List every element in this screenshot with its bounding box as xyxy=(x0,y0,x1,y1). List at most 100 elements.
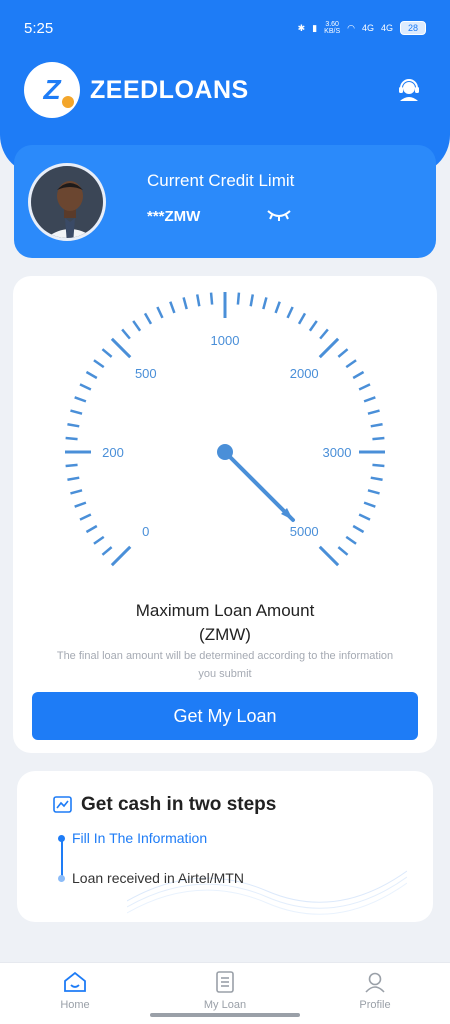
wifi-icon: ◠ xyxy=(347,22,355,33)
gauge-tick xyxy=(286,306,294,319)
gauge-tick xyxy=(318,545,340,567)
get-my-loan-button[interactable]: Get My Loan xyxy=(32,692,418,740)
gauge-tick xyxy=(85,370,98,380)
battery-icon: 28 xyxy=(400,21,426,35)
gauge-tick xyxy=(358,513,371,521)
home-indicator xyxy=(150,1013,300,1017)
gauge-needle xyxy=(223,450,295,522)
status-icons: ✱ ▮ 3.60 KB/S ◠ 4G 4G 28 xyxy=(298,21,426,35)
gauge-tick xyxy=(101,348,113,358)
gauge-tick xyxy=(345,359,357,369)
gauge-tick xyxy=(318,337,340,359)
gauge-tick xyxy=(209,292,214,305)
gauge-tick xyxy=(79,383,92,391)
network-speed: 3.60 KB/S xyxy=(324,21,341,35)
speedometer-gauge: 0 200 500 1000 2000 3000 5000 xyxy=(65,292,385,567)
gauge-tick xyxy=(182,297,188,310)
gauge-label: 5000 xyxy=(290,524,319,539)
logo-dot xyxy=(62,96,74,108)
step-2-label: Loan received in Airtel/MTN xyxy=(72,870,244,886)
gauge-tick xyxy=(352,524,365,534)
gauge-tick xyxy=(85,524,98,534)
headset-icon xyxy=(399,79,419,101)
steps-card: Get cash in two steps Fill In The Inform… xyxy=(17,771,433,922)
status-time: 5:25 xyxy=(24,19,54,37)
gauge-tick xyxy=(132,320,142,332)
gauge-tick xyxy=(370,422,383,428)
gauge-tick xyxy=(236,292,241,305)
vibrate-icon: ▮ xyxy=(312,22,318,33)
signal-4g-2: 4G xyxy=(380,23,393,33)
chart-icon xyxy=(53,796,72,813)
gauge-tick xyxy=(372,463,385,468)
step-dot-2 xyxy=(58,875,65,882)
document-icon xyxy=(216,971,234,993)
gauge-tick xyxy=(110,337,132,359)
loan-gauge-card: 0 200 500 1000 2000 3000 5000 Maximum Loan Amo… xyxy=(13,276,437,753)
gauge-tick xyxy=(363,501,376,508)
toggle-visibility-button[interactable] xyxy=(264,205,294,225)
gauge-tick xyxy=(274,301,281,314)
gauge-tick xyxy=(262,297,268,310)
eye-closed-icon xyxy=(267,210,291,221)
step-1-label: Fill In The Information xyxy=(72,830,208,846)
gauge-tick xyxy=(74,396,87,403)
gauge-tick xyxy=(67,476,80,482)
gauge-tick xyxy=(74,501,87,508)
gauge-tick xyxy=(297,312,307,325)
status-bar: 5:25 ✱ ▮ 3.60 KB/S ◠ 4G 4G 28 xyxy=(0,0,450,56)
gauge-tick xyxy=(67,422,80,428)
gauge-tick xyxy=(363,396,376,403)
logo-letter: Z xyxy=(43,74,61,105)
gauge-label: 1000 xyxy=(211,333,240,348)
gauge-tick xyxy=(319,328,329,340)
gauge-tick xyxy=(367,489,380,495)
avatar[interactable] xyxy=(28,163,106,241)
gauge-label: 500 xyxy=(135,366,157,381)
gauge-tick xyxy=(370,476,383,482)
gauge-tick xyxy=(110,545,132,567)
gauge-tick xyxy=(337,546,349,556)
brand-name: ZEEDLOANS xyxy=(90,75,249,104)
bluetooth-icon: ✱ xyxy=(297,22,306,33)
gauge-tick xyxy=(101,546,113,556)
tab-profile[interactable]: Profile xyxy=(300,963,450,1024)
tab-profile-label: Profile xyxy=(359,999,391,1011)
step-connector xyxy=(61,840,63,878)
gauge-tick xyxy=(337,348,349,358)
gauge-tick xyxy=(93,535,105,545)
gauge-tick xyxy=(121,328,131,340)
avatar-image xyxy=(31,166,103,238)
tab-my-loan-label: My Loan xyxy=(203,999,247,1011)
zeedloans-logo: Z xyxy=(24,62,80,118)
gauge-tick xyxy=(143,312,153,325)
credit-limit-title: Current Credit Limit xyxy=(147,171,295,190)
max-loan-title: Maximum Loan Amount (ZMW) xyxy=(135,601,315,644)
signal-4g-1: 4G xyxy=(361,23,374,33)
tab-home[interactable]: Home xyxy=(0,963,150,1024)
tab-home-label: Home xyxy=(60,999,90,1011)
steps-title: Get cash in two steps xyxy=(81,794,277,815)
customer-service-button[interactable] xyxy=(392,73,426,107)
person-icon xyxy=(365,972,385,993)
gauge-tick xyxy=(249,294,255,307)
gauge-label: 3000 xyxy=(323,445,352,460)
gauge-tick xyxy=(367,409,380,415)
credit-limit-value: ***ZMW xyxy=(147,208,201,225)
gauge-label: 0 xyxy=(142,524,149,539)
gauge-tick xyxy=(169,301,176,314)
gauge-tick xyxy=(70,489,83,495)
gauge-tick xyxy=(372,436,385,441)
max-loan-note: The final loan amount will be determined… xyxy=(56,650,394,680)
home-icon xyxy=(64,971,86,992)
gauge-tick xyxy=(352,370,365,380)
step-dot-1 xyxy=(58,835,65,842)
gauge-tick xyxy=(308,320,318,332)
gauge-hub xyxy=(217,444,233,460)
gauge-tick xyxy=(345,535,357,545)
gauge-tick xyxy=(358,383,371,391)
brand: Z ZEEDLOANS xyxy=(24,62,249,118)
app-header: Z ZEEDLOANS xyxy=(24,60,426,120)
gauge-label: 2000 xyxy=(290,366,319,381)
steps-header: Get cash in two steps xyxy=(53,794,276,816)
